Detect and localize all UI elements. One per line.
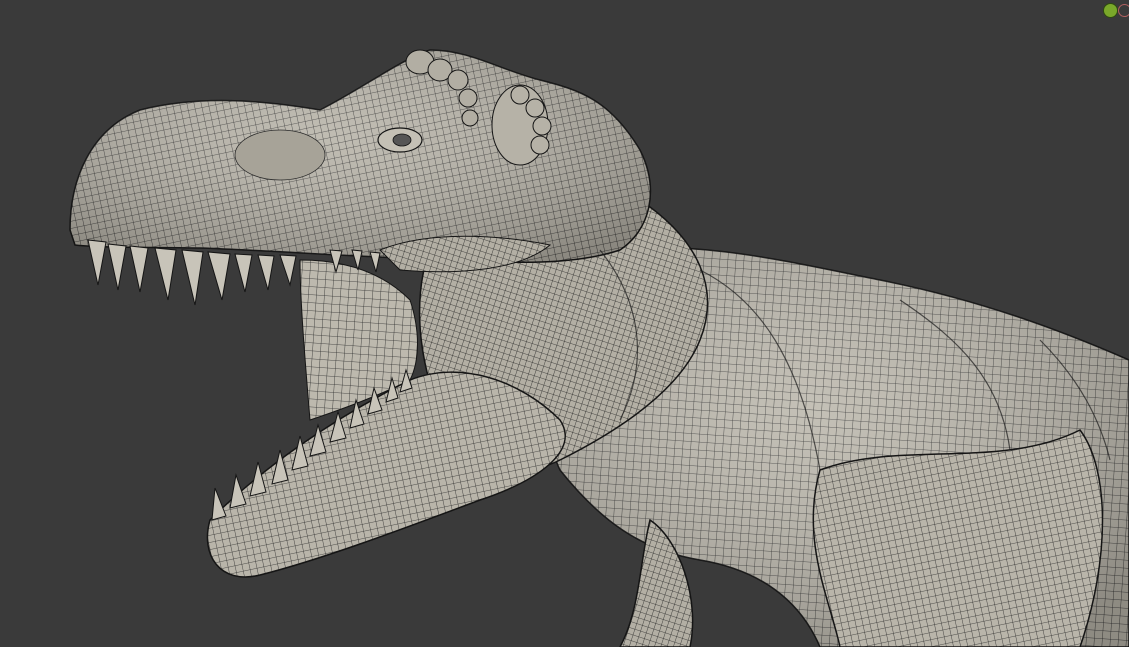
3d-viewport[interactable] bbox=[0, 0, 1129, 647]
secondary-indicator-icon[interactable] bbox=[1118, 4, 1129, 17]
t-rex-wireframe-model bbox=[69, 49, 1129, 647]
thigh-mesh bbox=[812, 429, 1104, 647]
status-indicator-icon[interactable] bbox=[1103, 3, 1118, 18]
nostril bbox=[234, 129, 326, 181]
